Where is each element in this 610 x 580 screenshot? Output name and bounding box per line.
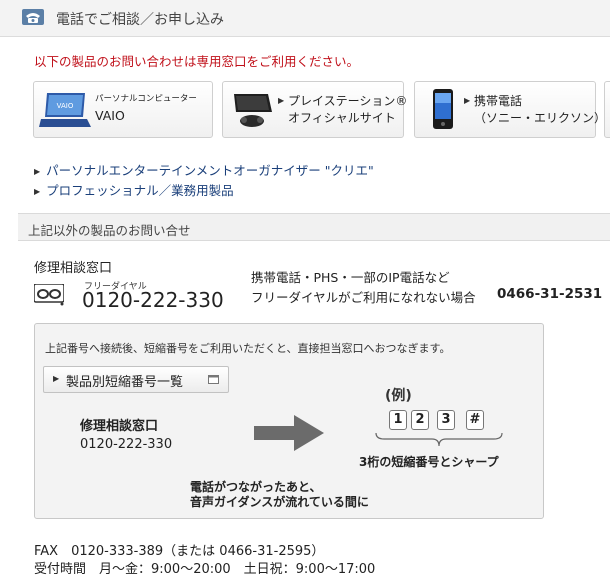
product-card-partial[interactable] [604, 81, 610, 138]
product-vaio-category: パーソナルコンピューター [95, 94, 197, 104]
right-arrow-icon [254, 415, 324, 451]
laptop-icon: VAIO [39, 93, 91, 127]
product-card-vaio[interactable]: VAIO パーソナルコンピューター VAIO [33, 81, 213, 138]
example-label: (例) [385, 388, 412, 404]
repair-phone: 0120-222-330 [82, 288, 224, 312]
popup-window-icon [208, 375, 219, 384]
free-dial-icon [34, 284, 64, 306]
game-console-icon [234, 94, 272, 127]
section-header: 上記以外の製品のお問い合せ [18, 213, 610, 241]
vaio-logo-text: VAIO [57, 102, 74, 110]
short-number-list-label: 製品別短縮番号一覧 [66, 375, 184, 390]
arrow-icon: ▶ [464, 96, 471, 105]
info-description: 上記番号へ接続後、短縮番号をご利用いただくと、直接担当窓口へおつなぎます。 [45, 342, 451, 355]
hours-info: 受付時間 月～金：9:00～20:00 土日祝：9:00～17:00 [34, 562, 376, 577]
product-mobile-line2: （ソニー・エリクソン） [474, 111, 607, 125]
triangle-bullet-icon: ▶ [34, 187, 41, 196]
fax-info: FAX 0120-333-389（または 0466-31-2595） [34, 544, 325, 559]
curly-brace [375, 432, 503, 447]
mobile-phone-icon [433, 89, 453, 129]
product-mobile-line1: 携帯電話 [474, 94, 523, 108]
product-card-mobile[interactable]: ▶ 携帯電話 （ソニー・エリクソン） [414, 81, 606, 138]
short-number-list-button[interactable]: ▶ 製品別短縮番号一覧 [43, 366, 229, 393]
key-1: 1 [389, 410, 407, 430]
link-professional[interactable]: ▶ プロフェッショナル／業務用製品 [34, 180, 234, 199]
product-card-playstation[interactable]: ▶ プレイステーション® オフィシャルサイト [222, 81, 408, 138]
product-playstation-line1: プレイステーション® [288, 94, 408, 108]
telephone-icon [22, 9, 44, 25]
alt-phone-note-2: フリーダイヤルがご利用になれない場合 [251, 290, 476, 305]
keys-caption: 3桁の短縮番号とシャープ [359, 455, 499, 469]
repair-label: 修理相談窓口 [34, 261, 113, 276]
page-title: 電話でご相談／お申し込み [56, 12, 224, 28]
key-2: 2 [411, 410, 429, 430]
guide-line-2: 音声ガイダンスが流れている間に [190, 495, 369, 509]
link-clie[interactable]: ▶ パーソナルエンターテインメントオーガナイザー "クリエ" [34, 160, 374, 179]
center-label: 修理相談窓口 [80, 419, 159, 434]
notice-text: 以下の製品のお問い合わせは専用窓口をご利用ください。 [34, 54, 360, 69]
section-title: 上記以外の製品のお問い合せ [28, 223, 191, 238]
arrow-icon: ▶ [278, 96, 285, 105]
triangle-bullet-icon: ▶ [53, 374, 60, 383]
link-professional-label: プロフェッショナル／業務用製品 [46, 183, 234, 198]
alt-phone-number: 0466-31-2531 [497, 286, 603, 302]
alt-phone-note-1: 携帯電話・PHS・一部のIP電話など [251, 270, 450, 285]
key-hash: # [466, 410, 484, 430]
link-clie-label: パーソナルエンターテインメントオーガナイザー "クリエ" [46, 163, 374, 178]
product-playstation-line2: オフィシャルサイト [288, 111, 396, 125]
triangle-bullet-icon: ▶ [34, 167, 41, 176]
product-vaio-name: VAIO [95, 108, 125, 123]
page-header: 電話でご相談／お申し込み [0, 0, 610, 37]
center-phone: 0120-222-330 [80, 437, 173, 452]
key-3: 3 [437, 410, 455, 430]
